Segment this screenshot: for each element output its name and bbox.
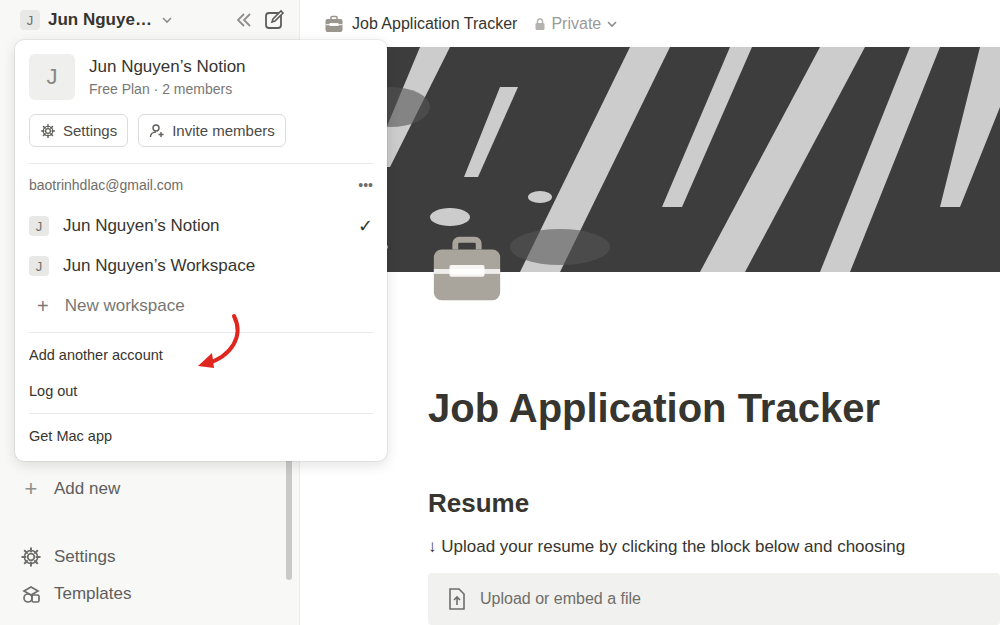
collapse-sidebar-icon[interactable] xyxy=(233,9,255,31)
gear-icon[interactable] xyxy=(40,123,56,139)
sidebar-spacer xyxy=(0,574,299,577)
menu-divider xyxy=(29,332,373,333)
chevron-down-icon[interactable] xyxy=(160,13,174,27)
sidebar-item[interactable]: + Add new xyxy=(0,472,299,506)
new-workspace-item[interactable]: + New workspace xyxy=(15,286,387,326)
sidebar-item[interactable]: Templates xyxy=(0,577,299,611)
workspace-info: Jun Nguyen’s Notion Free Plan · 2 members xyxy=(89,57,246,97)
page-area: Job Application TrackerPrivateJob Applic… xyxy=(300,0,1000,625)
page-title[interactable]: Job Application Tracker xyxy=(428,384,1000,432)
workspace-name[interactable]: Jun Nguyen’s Workspace xyxy=(63,256,255,276)
more-options-button[interactable]: ••• xyxy=(358,177,373,193)
menu-divider xyxy=(29,413,373,414)
button-label[interactable]: Invite members xyxy=(172,122,275,139)
gear-icon[interactable] xyxy=(20,546,42,568)
sidebar-item[interactable]: Settings xyxy=(0,540,299,574)
sidebar-item-label[interactable]: Settings xyxy=(54,547,115,567)
menu-buttons: Settings Invite members xyxy=(15,114,387,147)
workspace-switcher[interactable]: J Jun Nguye… xyxy=(0,0,299,40)
sidebar-item-label[interactable]: Add new xyxy=(54,479,120,499)
sidebar-spacer xyxy=(0,506,299,540)
invite-person-icon[interactable] xyxy=(149,123,165,139)
chevron-down-icon[interactable] xyxy=(605,17,619,31)
templates-icon[interactable] xyxy=(20,583,42,605)
account-email: baotrinhdlac@gmail.com xyxy=(29,177,183,193)
page-topbar: Job Application Tracker Private xyxy=(300,0,1000,47)
account-menu: J Jun Nguyen’s Notion Free Plan · 2 member… xyxy=(15,40,387,461)
annotation-arrow-icon xyxy=(190,312,250,374)
workspace-avatar[interactable]: J xyxy=(29,216,49,236)
workspace-avatar[interactable]: J xyxy=(29,256,49,276)
briefcase-icon xyxy=(324,14,344,34)
plus-icon[interactable]: + xyxy=(20,476,42,502)
invite-members-button[interactable]: Invite members xyxy=(138,114,286,147)
workspace-name: Jun Nguyen’s Notion xyxy=(89,57,246,77)
get-mac-app-item[interactable]: Get Mac app xyxy=(15,418,387,454)
page-icon[interactable] xyxy=(428,230,506,308)
workspace-name[interactable]: Jun Nguye… xyxy=(48,10,152,30)
lock-icon xyxy=(533,17,547,31)
workspace-avatar: J xyxy=(29,54,75,100)
section-heading[interactable]: Resume xyxy=(428,488,1000,519)
workspace-name[interactable]: Jun Nguyen’s Notion xyxy=(63,216,220,236)
page-content: Job Application Tracker Resume ↓ Upload yo… xyxy=(300,272,1000,625)
new-page-icon[interactable] xyxy=(263,9,285,31)
workspace-item[interactable]: J Jun Nguyen’s Notion ✓ xyxy=(15,206,387,246)
new-workspace-label[interactable]: New workspace xyxy=(65,296,185,316)
workspace-item[interactable]: J Jun Nguyen’s Workspace xyxy=(15,246,387,286)
menu-workspace-header: J Jun Nguyen’s Notion Free Plan · 2 member… xyxy=(15,54,387,100)
add-account-item[interactable]: Add another account xyxy=(15,337,387,373)
workspace-plan: Free Plan · 2 members xyxy=(89,81,246,97)
upload-file-icon xyxy=(446,587,468,611)
sidebar-item-label[interactable]: Templates xyxy=(54,584,131,604)
plus-icon[interactable]: + xyxy=(37,295,49,318)
settings-button[interactable]: Settings xyxy=(29,114,128,147)
account-email-row: baotrinhdlac@gmail.com ••• xyxy=(15,164,387,206)
privacy-label[interactable]: Private xyxy=(551,15,601,33)
upload-label[interactable]: Upload or embed a file xyxy=(480,590,641,608)
workspace-avatar: J xyxy=(20,10,40,30)
menu-divider xyxy=(29,163,373,164)
upload-block[interactable]: Upload or embed a file xyxy=(428,573,1000,625)
sidebar-scrollbar[interactable] xyxy=(286,455,292,580)
check-icon: ✓ xyxy=(358,215,373,237)
log-out-item[interactable]: Log out xyxy=(15,373,387,409)
privacy-badge[interactable]: Private xyxy=(533,15,619,33)
cover-image[interactable] xyxy=(300,47,1000,272)
section-hint[interactable]: ↓ Upload your resume by clicking the blo… xyxy=(428,537,1000,557)
breadcrumb-title[interactable]: Job Application Tracker xyxy=(352,15,517,33)
button-label[interactable]: Settings xyxy=(63,122,117,139)
